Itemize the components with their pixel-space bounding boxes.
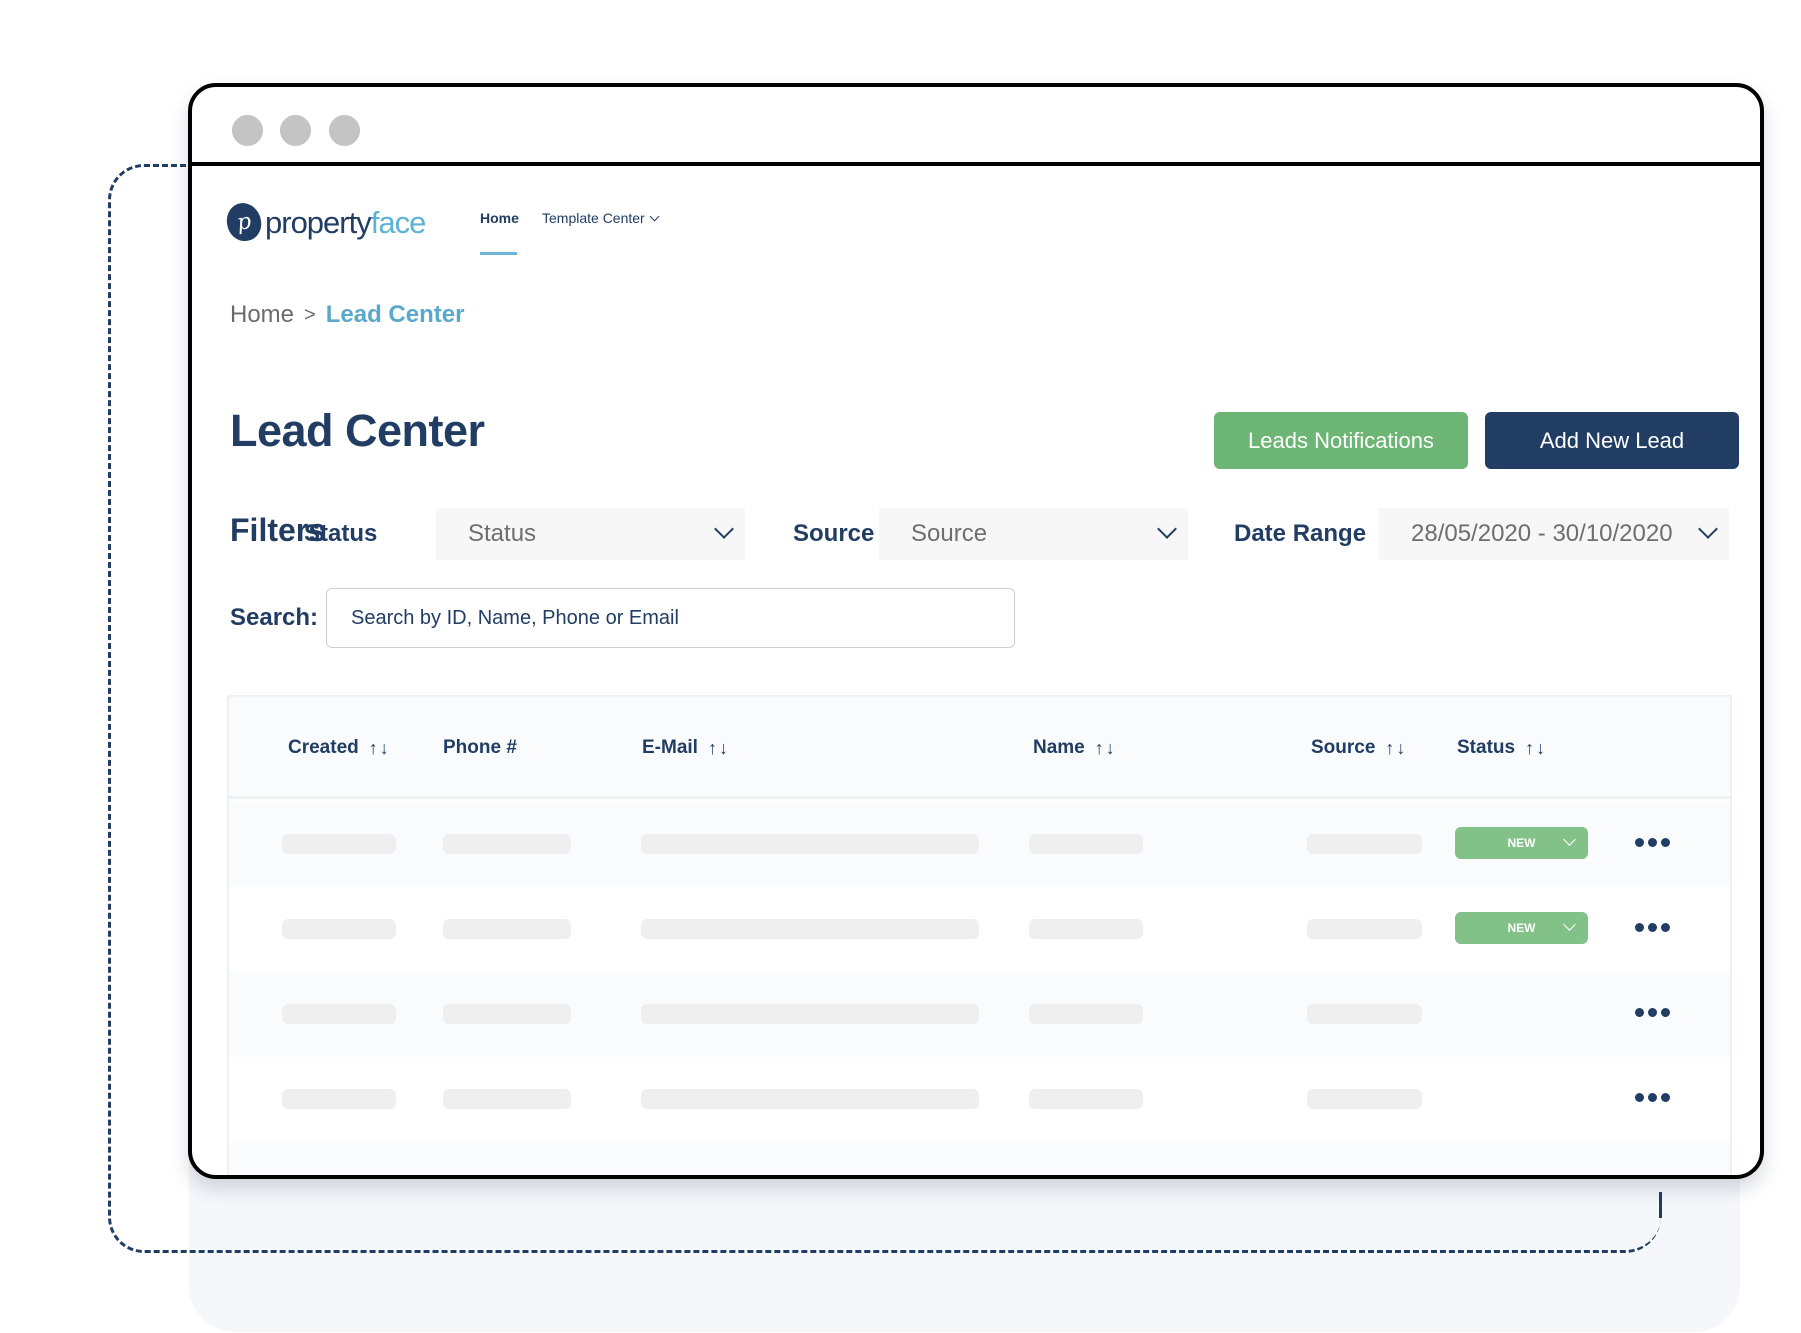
chevron-down-icon [1698, 519, 1718, 539]
table-row[interactable] [229, 1057, 1730, 1142]
chevron-down-icon [1157, 519, 1177, 539]
sort-up-down-icon[interactable]: ↑ ↓ [708, 738, 728, 758]
column-label: Status [1457, 737, 1516, 758]
table-row[interactable]: NEW [229, 887, 1730, 972]
status-filter-value: Status [468, 520, 537, 547]
skeleton-name [1029, 1089, 1143, 1109]
date-range-select[interactable]: 28/05/2020 - 30/10/2020 [1379, 508, 1729, 560]
skeleton-created [282, 919, 396, 939]
skeleton-created [282, 834, 396, 854]
sort-up-down-icon[interactable]: ↑ ↓ [1525, 738, 1545, 758]
window-titlebar [192, 87, 1760, 166]
logo-mark-icon: p [224, 200, 264, 244]
skeleton-phone [443, 834, 571, 854]
window-dot-2[interactable] [280, 115, 311, 146]
date-range-label: Date Range [1234, 520, 1367, 547]
add-new-lead-button[interactable]: Add New Lead [1485, 412, 1739, 469]
column-header-phone: Phone # [443, 737, 517, 759]
skeleton-source [1307, 1004, 1422, 1024]
more-horizontal-icon[interactable] [1635, 1008, 1670, 1017]
breadcrumb-current: Lead Center [325, 301, 465, 328]
nav-item-template-center[interactable]: Template Center [542, 210, 660, 226]
status-badge-dropdown[interactable]: NEW [1455, 912, 1588, 944]
leads-table: Created ↑ ↓ Phone # E-Mail ↑ ↓ Name ↑ ↓ Sou… [227, 695, 1732, 1175]
more-horizontal-icon[interactable] [1635, 923, 1670, 932]
column-label: E-Mail [642, 737, 698, 758]
table-row [229, 1142, 1730, 1175]
search-label: Search: [230, 604, 319, 631]
column-label: Source [1311, 737, 1376, 758]
skeleton-email [641, 1004, 979, 1024]
window-dot-3[interactable] [329, 115, 360, 146]
skeleton-phone [443, 1004, 571, 1024]
breadcrumb-separator: > [304, 303, 316, 326]
breadcrumb: Home > Lead Center [230, 301, 464, 329]
date-range-value: 28/05/2020 - 30/10/2020 [1411, 520, 1673, 547]
column-label: Phone # [443, 737, 517, 758]
skeleton-email [641, 919, 979, 939]
skeleton-email [641, 1089, 979, 1109]
status-filter-select[interactable]: Status [436, 508, 745, 560]
column-label: Created [288, 737, 359, 758]
nav-item-label: Template Center [542, 210, 645, 226]
skeleton-created [282, 1089, 396, 1109]
source-filter-select[interactable]: Source [879, 508, 1188, 560]
column-header-status[interactable]: Status ↑ ↓ [1457, 737, 1545, 759]
skeleton-name [1029, 1004, 1143, 1024]
dashed-outline-end [1659, 1192, 1662, 1218]
sort-up-down-icon[interactable]: ↑ ↓ [369, 738, 389, 758]
leads-notifications-button[interactable]: Leads Notifications [1214, 412, 1468, 469]
nav-active-indicator [480, 252, 517, 255]
chevron-down-icon [1563, 918, 1576, 931]
column-header-created[interactable]: Created ↑ ↓ [288, 737, 389, 759]
page-title: Lead Center [230, 405, 485, 456]
status-badge-label: NEW [1507, 921, 1536, 935]
logo-text-property: property [265, 204, 372, 240]
search-input[interactable] [326, 588, 1015, 648]
sort-up-down-icon[interactable]: ↑ ↓ [1385, 738, 1405, 758]
chevron-down-icon [1563, 833, 1576, 846]
table-header: Created ↑ ↓ Phone # E-Mail ↑ ↓ Name ↑ ↓ Sou… [229, 697, 1730, 799]
column-header-email[interactable]: E-Mail ↑ ↓ [642, 737, 728, 759]
status-filter-label: Status [304, 520, 378, 547]
column-header-name[interactable]: Name ↑ ↓ [1033, 737, 1115, 759]
skeleton-created [282, 1004, 396, 1024]
more-horizontal-icon[interactable] [1635, 1093, 1670, 1102]
skeleton-source [1307, 1089, 1422, 1109]
browser-window: p propertyface Home Template Center Home… [188, 83, 1764, 1179]
skeleton-source [1307, 834, 1422, 854]
skeleton-email [641, 834, 979, 854]
brand-logo[interactable]: p propertyface [224, 200, 427, 244]
sort-up-down-icon[interactable]: ↑ ↓ [1095, 738, 1115, 758]
status-badge-label: NEW [1507, 836, 1536, 850]
logo-wordmark: propertyface [265, 204, 427, 240]
table-row[interactable]: NEW [229, 802, 1730, 887]
skeleton-name [1029, 919, 1143, 939]
breadcrumb-home[interactable]: Home [230, 301, 294, 329]
column-label: Name [1033, 737, 1085, 758]
logo-text-face: face [370, 204, 427, 240]
table-row[interactable] [229, 972, 1730, 1057]
chevron-down-icon [649, 211, 660, 221]
column-header-source[interactable]: Source ↑ ↓ [1311, 737, 1405, 759]
chevron-down-icon [714, 519, 734, 539]
skeleton-phone [443, 1089, 571, 1109]
skeleton-phone [443, 919, 571, 939]
source-filter-value: Source [911, 520, 988, 547]
more-horizontal-icon[interactable] [1635, 838, 1670, 847]
nav-item-home[interactable]: Home [480, 210, 519, 226]
source-filter-label: Source [793, 520, 875, 547]
skeleton-source [1307, 919, 1422, 939]
status-badge-dropdown[interactable]: NEW [1455, 827, 1588, 859]
skeleton-name [1029, 834, 1143, 854]
window-dot-1[interactable] [232, 115, 263, 146]
